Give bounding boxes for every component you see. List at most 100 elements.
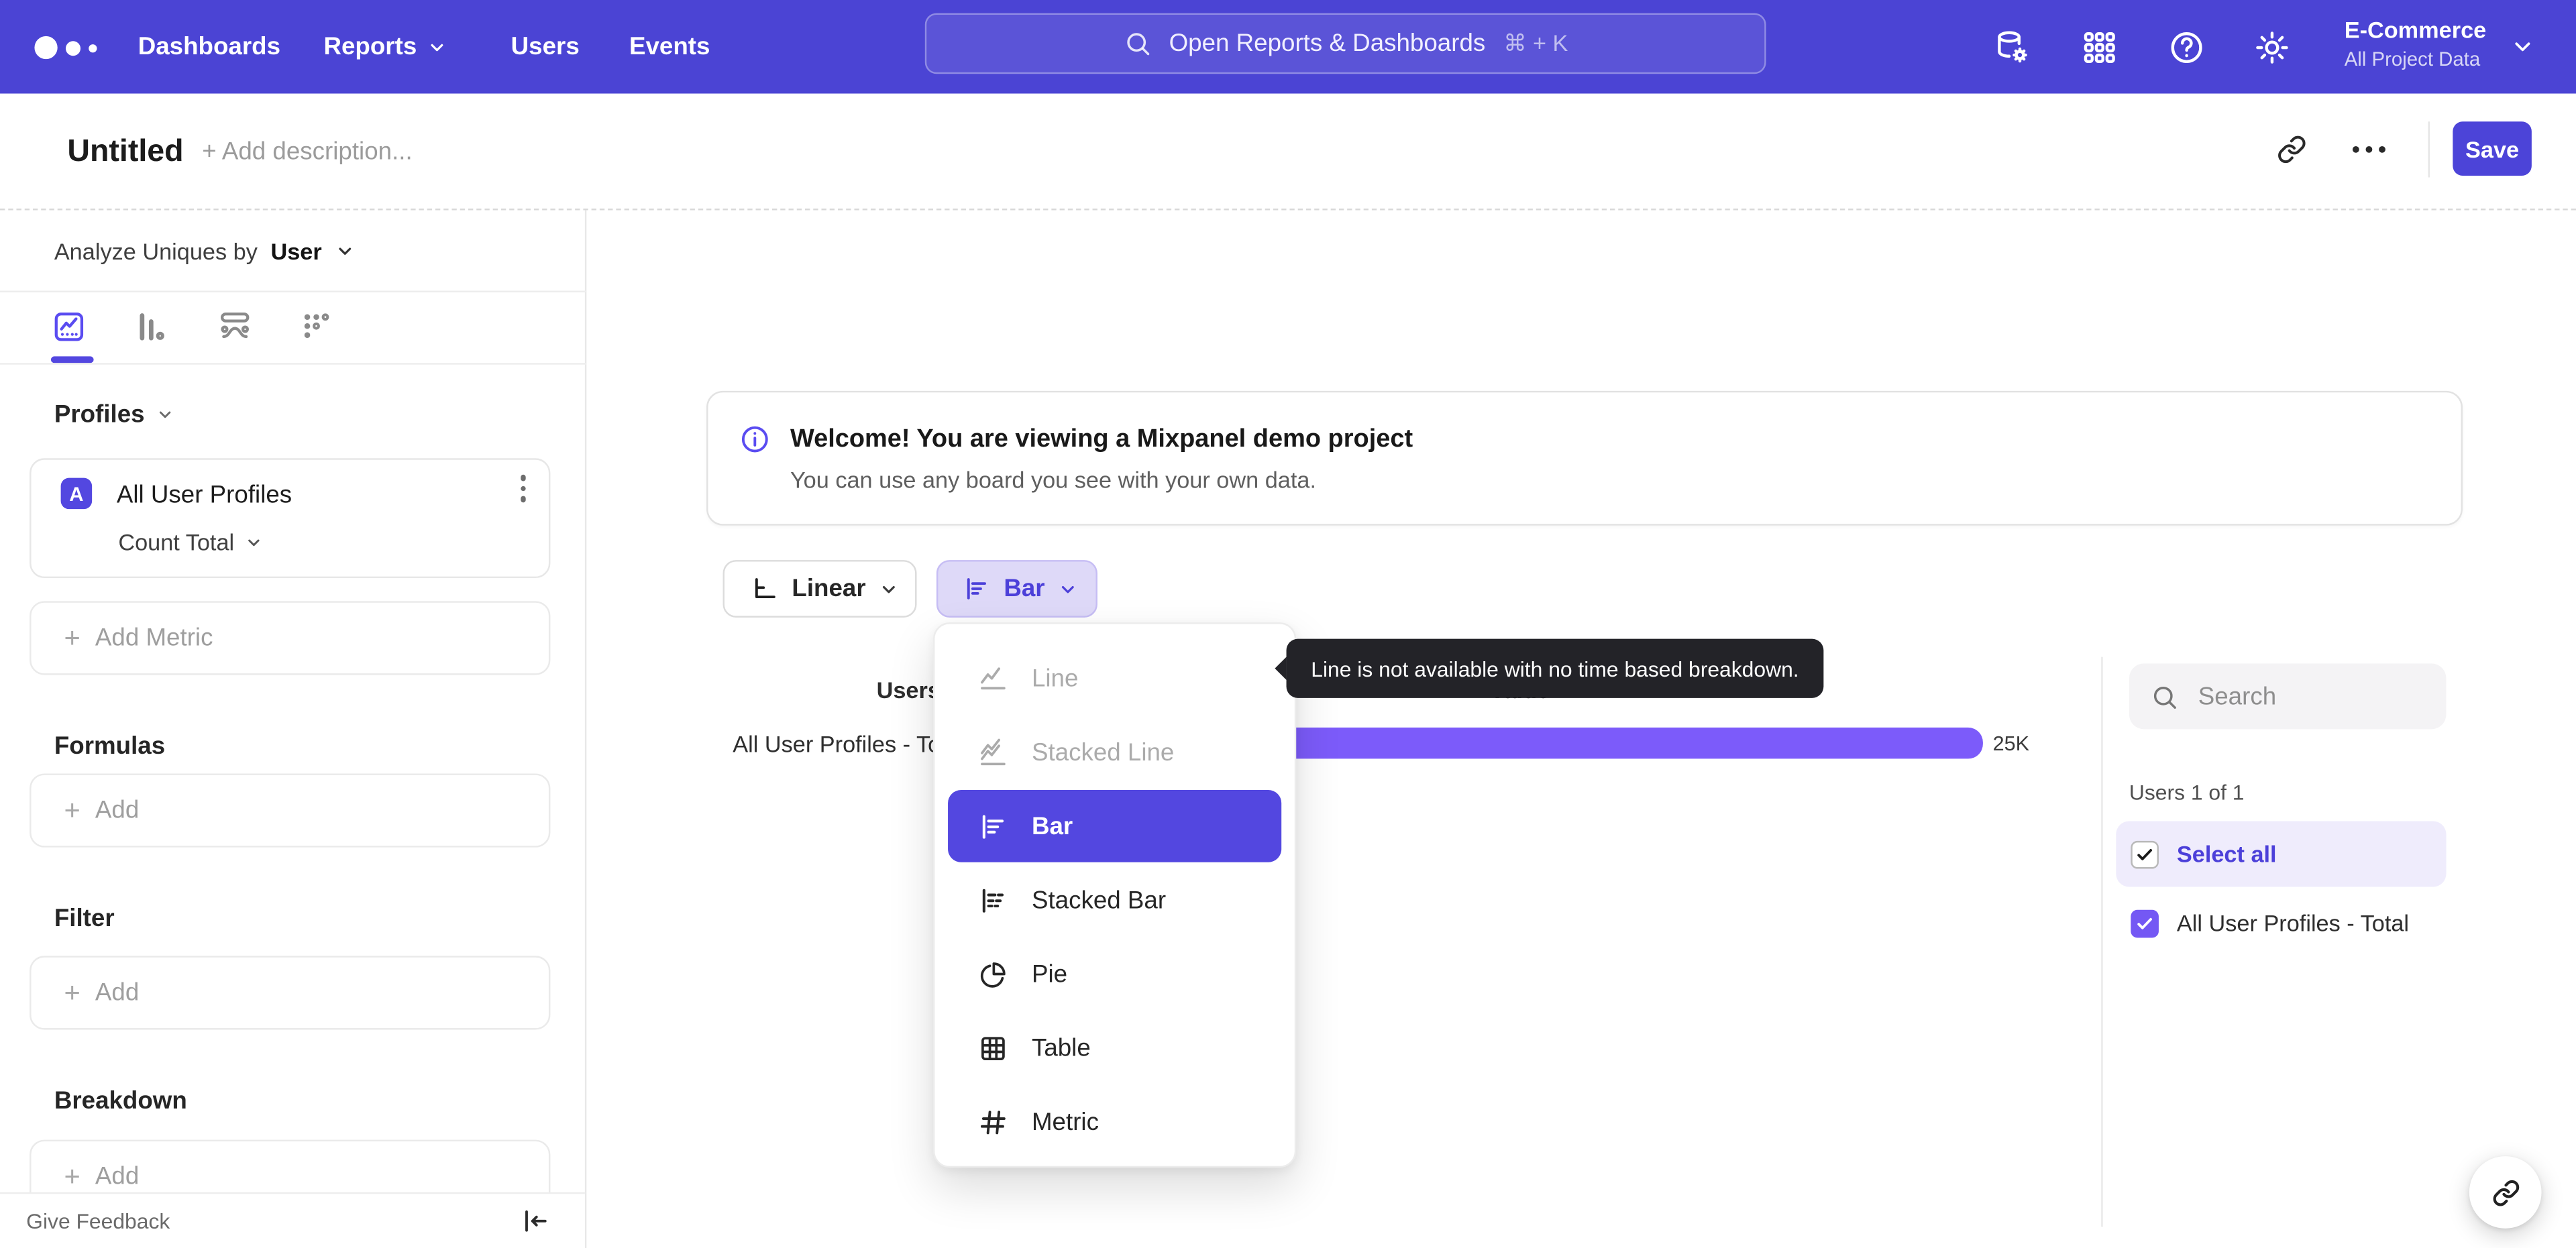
stacked-bar-chart-icon xyxy=(982,888,1004,912)
chevron-down-icon[interactable] xyxy=(335,241,354,260)
report-title-bar: Untitled + Add description... xyxy=(0,93,2576,211)
mixpanel-app: Dashboards Reports Users Events Open Rep… xyxy=(0,0,2576,1248)
search-shortcut: ⌘ + K xyxy=(1503,30,1568,56)
select-all-checkbox[interactable] xyxy=(2131,840,2159,868)
logo-dot xyxy=(65,40,81,56)
save-button[interactable]: Save xyxy=(2453,121,2532,176)
project-scope: All Project Data xyxy=(2344,48,2481,71)
chevron-down-icon[interactable] xyxy=(2510,34,2535,59)
dropdown-label: Line xyxy=(1031,664,1079,693)
metric-options-button[interactable] xyxy=(520,474,526,502)
dropdown-item-pie[interactable]: Pie xyxy=(948,938,1281,1010)
copy-link-icon[interactable] xyxy=(2277,135,2306,164)
add-metric-button[interactable]: + Add Metric xyxy=(30,601,551,675)
dropdown-item-bar[interactable]: Bar xyxy=(948,789,1282,862)
dropdown-item-line: Line xyxy=(948,642,1281,715)
add-filter-label: Add xyxy=(95,978,140,1007)
chevron-down-icon xyxy=(430,43,443,51)
series-count-label: Users 1 of 1 xyxy=(2129,780,2245,805)
give-feedback-link[interactable]: Give Feedback xyxy=(26,1194,170,1248)
dropdown-item-stacked-bar[interactable]: Stacked Bar xyxy=(948,864,1281,936)
line-chart-icon xyxy=(981,667,1006,689)
share-link-fab[interactable] xyxy=(2469,1156,2542,1229)
metric-letter-badge: A xyxy=(60,477,93,510)
chart-type-dropdown: Line Stacked Line Bar Stacked Bar Pie Ta… xyxy=(933,622,1297,1168)
nav-dashboards[interactable]: Dashboards xyxy=(138,0,280,94)
nav-users[interactable]: Users xyxy=(511,0,580,94)
dropdown-item-stacked-line: Stacked Line xyxy=(948,716,1281,789)
top-nav: Dashboards Reports Users Events Open Rep… xyxy=(0,0,2576,94)
chart-type-label: Bar xyxy=(1004,575,1045,603)
series-search-box[interactable] xyxy=(2129,663,2447,730)
chart-row-label: All User Profiles - Total xyxy=(733,730,936,757)
stacked-line-chart-icon xyxy=(981,738,1006,764)
profiles-label: Profiles xyxy=(54,400,145,429)
tab-insights[interactable] xyxy=(51,308,87,345)
search-icon xyxy=(2153,685,2176,708)
scale-label: Linear xyxy=(792,575,866,603)
tab-retention[interactable] xyxy=(299,308,335,345)
analyze-uniques-row: Analyze Uniques by User xyxy=(54,210,355,290)
logo-dot xyxy=(89,43,97,52)
select-all-row[interactable]: Select all xyxy=(2116,821,2447,887)
chevron-down-icon xyxy=(248,538,259,545)
add-formula-button[interactable]: + Add xyxy=(30,773,551,848)
series-row[interactable]: All User Profiles - Total xyxy=(2116,890,2446,956)
scale-selector-button[interactable]: Linear xyxy=(722,560,917,618)
divider xyxy=(0,363,587,365)
linear-axis-icon xyxy=(755,578,775,599)
series-checkbox[interactable] xyxy=(2131,909,2159,938)
dropdown-label: Table xyxy=(1031,1033,1091,1062)
chart-type-button[interactable]: Bar xyxy=(936,560,1097,618)
profiles-section-header[interactable]: Profiles xyxy=(54,401,174,429)
aggregation-dropdown[interactable]: Count Total xyxy=(118,529,262,555)
mixpanel-logo[interactable] xyxy=(34,36,97,60)
sidebar-footer: Give Feedback xyxy=(0,1192,585,1248)
metric-name: All User Profiles xyxy=(116,481,292,510)
help-icon[interactable] xyxy=(2167,28,2206,68)
dropdown-item-metric[interactable]: Metric xyxy=(948,1086,1281,1158)
dropdown-item-table[interactable]: Table xyxy=(948,1012,1281,1084)
breakdown-section-header: Breakdown xyxy=(54,1087,187,1115)
analyze-value-dropdown[interactable]: User xyxy=(270,237,321,264)
report-title[interactable]: Untitled xyxy=(67,94,183,211)
plus-icon: + xyxy=(64,794,80,826)
search-icon xyxy=(1126,33,1149,56)
check-icon xyxy=(2137,848,2153,860)
dropdown-label: Pie xyxy=(1031,960,1068,988)
nav-reports-label: Reports xyxy=(323,32,417,61)
tooltip-arrow xyxy=(1275,657,1287,680)
chevron-down-icon xyxy=(882,585,895,593)
tab-funnels[interactable] xyxy=(133,308,169,345)
active-tab-indicator xyxy=(50,356,94,363)
dropdown-label: Stacked Bar xyxy=(1031,886,1167,914)
chart-bar-value: 25K xyxy=(1992,732,2030,756)
apps-grid-icon[interactable] xyxy=(2080,28,2119,68)
add-description[interactable]: + Add description... xyxy=(202,94,412,211)
analyze-label: Analyze Uniques by xyxy=(54,237,258,264)
banner-subtitle: You can use any board you see with your … xyxy=(790,466,1316,493)
tab-flows[interactable] xyxy=(217,308,253,345)
add-filter-button[interactable]: + Add xyxy=(30,956,551,1030)
hash-metric-icon xyxy=(980,1110,1006,1134)
series-search-input[interactable] xyxy=(2194,681,2416,712)
project-switcher[interactable]: E-Commerce All Project Data xyxy=(2345,16,2487,70)
demo-project-banner xyxy=(706,390,2463,526)
nav-events[interactable]: Events xyxy=(629,0,710,94)
more-options-button[interactable] xyxy=(2352,146,2385,153)
tooltip-text: Line is not available with no time based… xyxy=(1311,656,1799,681)
add-formula-label: Add xyxy=(95,796,140,825)
formulas-section-header: Formulas xyxy=(54,732,166,760)
nav-reports[interactable]: Reports xyxy=(323,0,446,94)
disabled-option-tooltip: Line is not available with no time based… xyxy=(1275,638,1824,698)
logo-dot xyxy=(34,36,58,60)
settings-gear-icon[interactable] xyxy=(2253,28,2292,68)
link-icon xyxy=(2492,1179,2518,1206)
collapse-sidebar-icon[interactable] xyxy=(521,1207,549,1235)
plus-icon: + xyxy=(64,976,80,1008)
global-search-placeholder: Open Reports & Dashboards xyxy=(1169,30,1486,58)
global-search-button[interactable]: Open Reports & Dashboards ⌘ + K xyxy=(924,13,1766,74)
aggregation-label: Count Total xyxy=(118,528,235,555)
data-management-icon[interactable] xyxy=(1993,28,2033,68)
metric-card[interactable]: A All User Profiles Count Total xyxy=(30,458,551,579)
